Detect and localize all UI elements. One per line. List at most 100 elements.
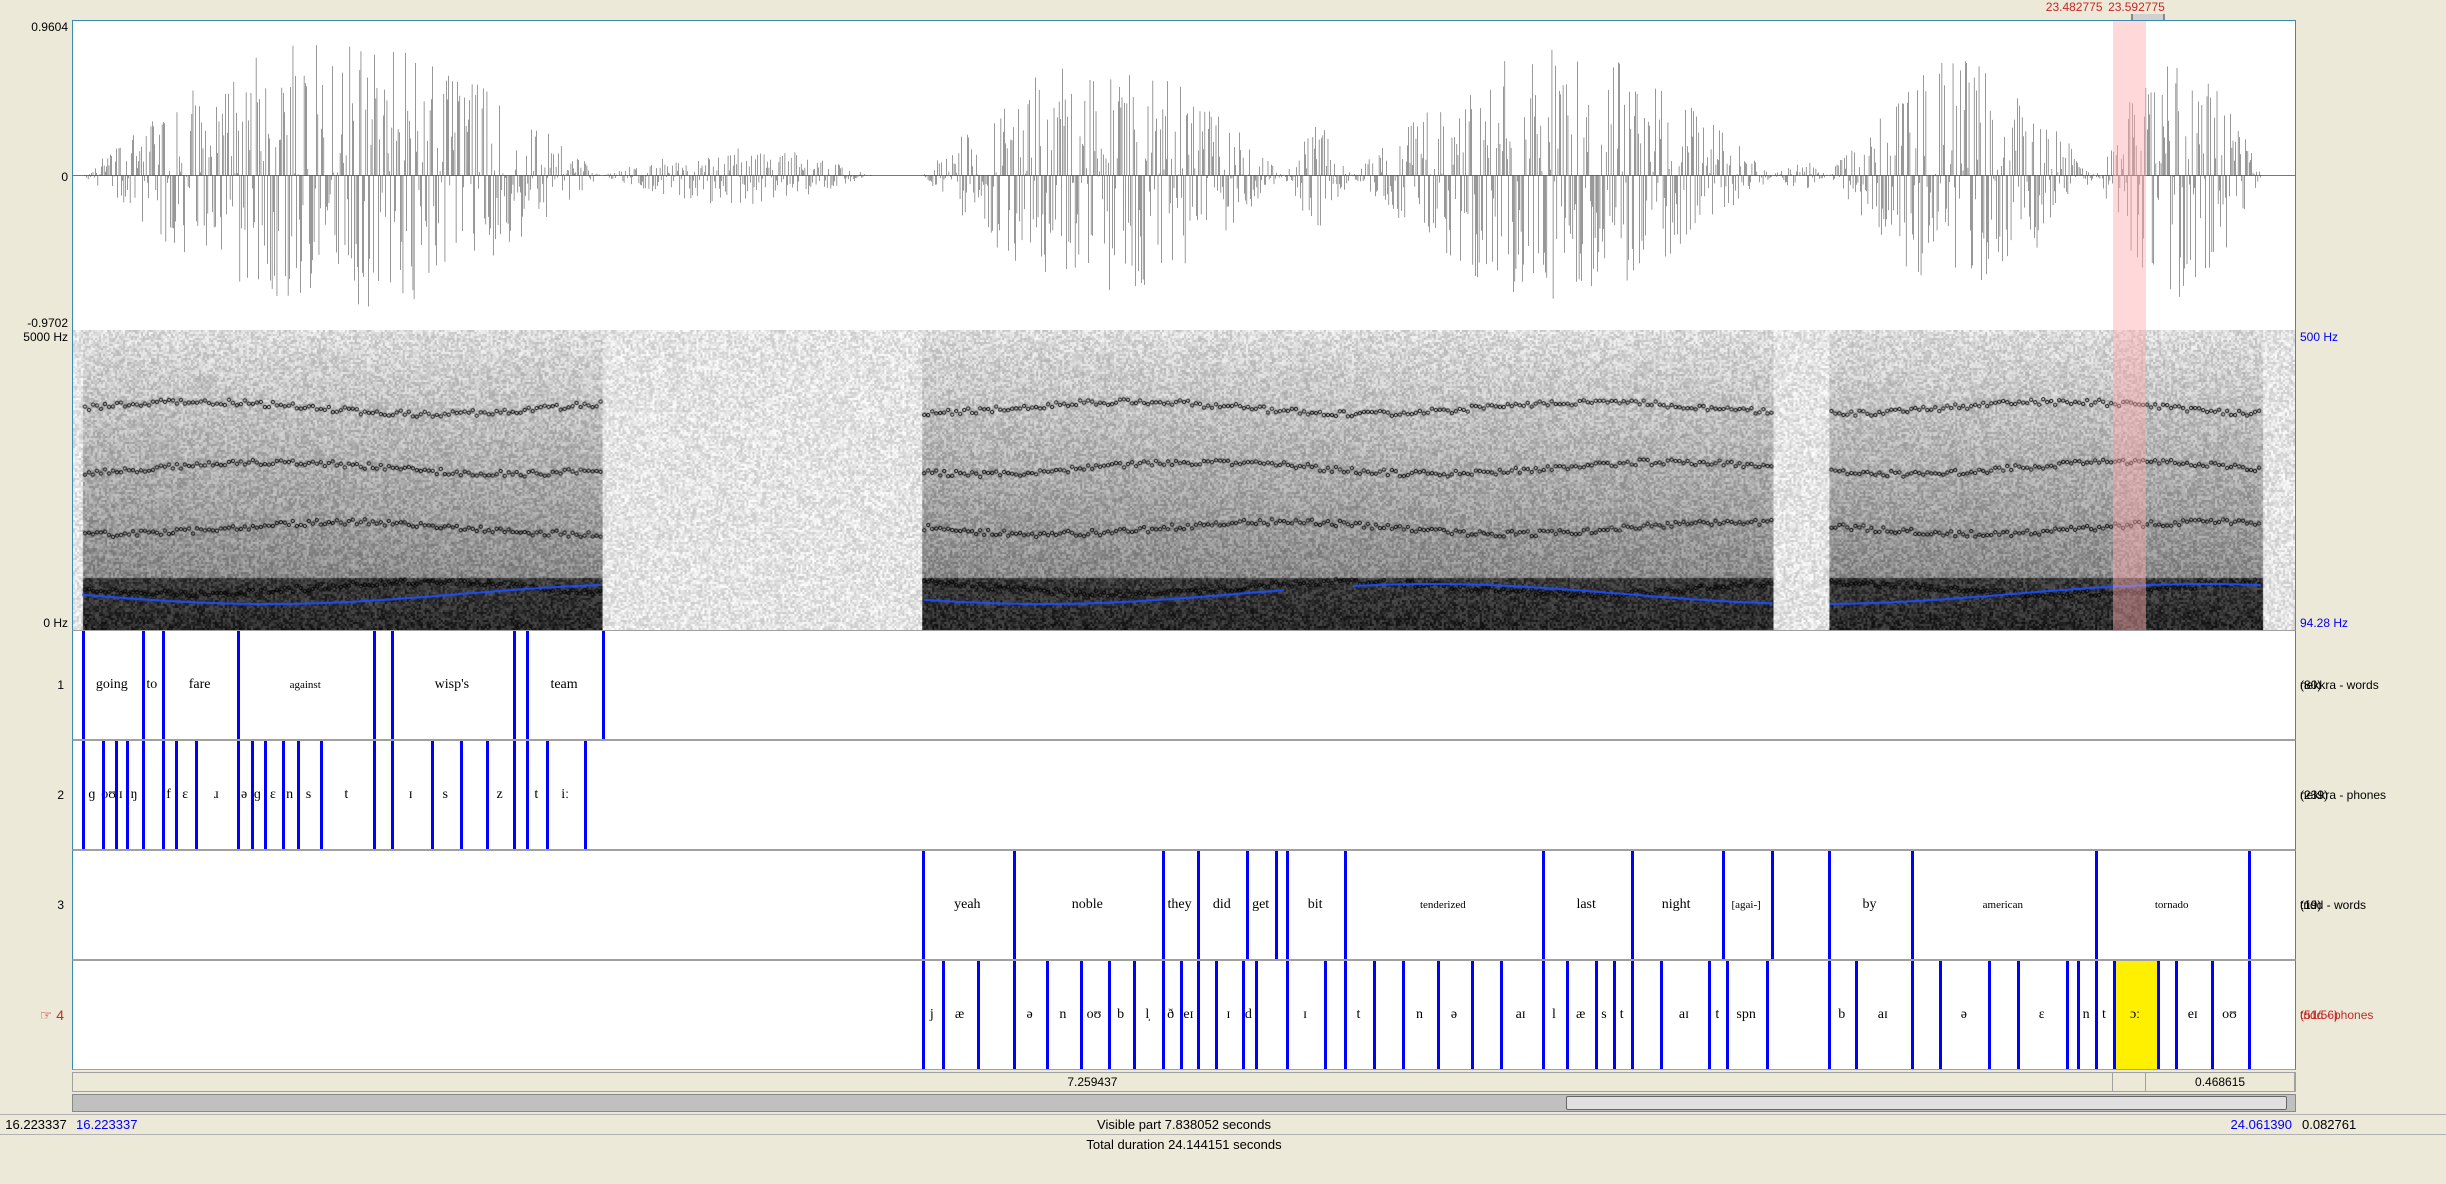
visible-part-label[interactable]: Visible part 7.838052 seconds bbox=[1097, 1117, 1271, 1132]
interval-boundary[interactable] bbox=[1013, 851, 1016, 959]
interval-segment[interactable]: b bbox=[1828, 961, 1855, 1069]
interval-boundary[interactable] bbox=[1242, 961, 1245, 1069]
interval-boundary[interactable] bbox=[1133, 961, 1136, 1069]
interval-segment[interactable]: n bbox=[1402, 961, 1438, 1069]
interval-boundary[interactable] bbox=[1324, 961, 1327, 1069]
interval-boundary[interactable] bbox=[2095, 851, 2098, 959]
interval-boundary[interactable] bbox=[1162, 851, 1165, 959]
interval-segment[interactable]: going bbox=[82, 631, 142, 739]
interval-boundary[interactable] bbox=[2077, 961, 2080, 1069]
interval-segment[interactable]: aɪ bbox=[1500, 961, 1542, 1069]
interval-boundary[interactable] bbox=[526, 741, 529, 849]
interval-boundary[interactable] bbox=[320, 741, 323, 849]
interval-boundary[interactable] bbox=[195, 741, 198, 849]
interval-segment[interactable]: ə bbox=[1013, 961, 1046, 1069]
tier3-words[interactable]: yeahnobletheydidgetbittenderizedlastnigh… bbox=[72, 850, 2296, 960]
spectrogram-display[interactable] bbox=[72, 330, 2296, 630]
interval-boundary[interactable] bbox=[1939, 961, 1942, 1069]
scrollbar-thumb[interactable] bbox=[1566, 1096, 2287, 1110]
interval-segment[interactable]: american bbox=[1911, 851, 2095, 959]
interval-boundary[interactable] bbox=[2095, 961, 2098, 1069]
interval-segment[interactable]: aɪ bbox=[1660, 961, 1709, 1069]
interval-boundary[interactable] bbox=[297, 741, 300, 849]
waveform-display[interactable] bbox=[72, 20, 2296, 330]
interval-segment[interactable]: against bbox=[237, 631, 373, 739]
interval-boundary[interactable] bbox=[1286, 961, 1289, 1069]
interval-boundary[interactable] bbox=[142, 631, 145, 739]
interval-boundary[interactable] bbox=[1566, 961, 1569, 1069]
tier4-phones[interactable]: jæənoʊbl̩ðeɪɪdɪtnəaɪlæstaɪtspnbaɪəɛntɔːe… bbox=[72, 960, 2296, 1070]
interval-boundary[interactable] bbox=[1108, 961, 1111, 1069]
interval-boundary[interactable] bbox=[1180, 961, 1183, 1069]
interval-boundary[interactable] bbox=[1197, 961, 1200, 1069]
interval-boundary[interactable] bbox=[922, 961, 925, 1069]
post-selection-duration[interactable]: 0.468615 bbox=[2146, 1073, 2295, 1091]
interval-boundary[interactable] bbox=[1726, 961, 1729, 1069]
interval-segment[interactable]: did bbox=[1197, 851, 1246, 959]
interval-segment[interactable]: last bbox=[1542, 851, 1631, 959]
interval-boundary[interactable] bbox=[1660, 961, 1663, 1069]
interval-boundary[interactable] bbox=[1344, 851, 1347, 959]
interval-segment[interactable]: by bbox=[1828, 851, 1910, 959]
interval-boundary[interactable] bbox=[264, 741, 267, 849]
interval-boundary[interactable] bbox=[1471, 961, 1474, 1069]
interval-segment[interactable]: b bbox=[1108, 961, 1132, 1069]
interval-boundary[interactable] bbox=[1631, 961, 1634, 1069]
interval-segment[interactable]: æ bbox=[1566, 961, 1595, 1069]
interval-boundary[interactable] bbox=[602, 631, 605, 739]
interval-boundary[interactable] bbox=[2017, 961, 2020, 1069]
interval-boundary[interactable] bbox=[1855, 961, 1858, 1069]
interval-boundary[interactable] bbox=[282, 741, 285, 849]
interval-segment[interactable]: aɪ bbox=[1855, 961, 1911, 1069]
tier2-phones[interactable]: ɡoʊɪŋfɛɹəɡɛnstɪsztiː bbox=[72, 740, 2296, 850]
interval-boundary[interactable] bbox=[1631, 851, 1634, 959]
interval-segment[interactable]: get bbox=[1246, 851, 1275, 959]
interval-boundary[interactable] bbox=[1246, 851, 1249, 959]
interval-segment[interactable]: wisp's bbox=[391, 631, 513, 739]
interval-segment[interactable]: n bbox=[1046, 961, 1079, 1069]
interval-boundary[interactable] bbox=[1708, 961, 1711, 1069]
interval-segment[interactable]: ɪ bbox=[391, 741, 431, 849]
interval-boundary[interactable] bbox=[237, 631, 240, 739]
interval-boundary[interactable] bbox=[1542, 961, 1545, 1069]
interval-boundary[interactable] bbox=[1255, 961, 1258, 1069]
total-duration-label[interactable]: Total duration 24.144151 seconds bbox=[72, 1137, 2296, 1152]
interval-segment[interactable]: t bbox=[1344, 961, 1373, 1069]
interval-boundary[interactable] bbox=[1373, 961, 1376, 1069]
interval-boundary[interactable] bbox=[373, 741, 376, 849]
interval-segment[interactable]: [agai-] bbox=[1722, 851, 1771, 959]
interval-boundary[interactable] bbox=[1286, 851, 1289, 959]
interval-boundary[interactable] bbox=[1215, 961, 1218, 1069]
interval-segment[interactable]: z bbox=[486, 741, 513, 849]
interval-boundary[interactable] bbox=[922, 851, 925, 959]
interval-segment[interactable]: ə bbox=[1437, 961, 1470, 1069]
interval-boundary[interactable] bbox=[1828, 961, 1831, 1069]
interval-boundary[interactable] bbox=[1766, 961, 1769, 1069]
interval-boundary[interactable] bbox=[513, 741, 516, 849]
interval-boundary[interactable] bbox=[237, 741, 240, 849]
interval-boundary[interactable] bbox=[526, 631, 529, 739]
interval-segment[interactable]: night bbox=[1631, 851, 1722, 959]
interval-segment[interactable]: t bbox=[320, 741, 373, 849]
interval-boundary[interactable] bbox=[391, 741, 394, 849]
interval-boundary[interactable] bbox=[1722, 851, 1725, 959]
interval-segment[interactable]: ɛ bbox=[2017, 961, 2066, 1069]
time-segment-bar[interactable]: 7.259437 0.468615 bbox=[72, 1072, 2296, 1092]
interval-boundary[interactable] bbox=[2248, 851, 2251, 959]
interval-boundary[interactable] bbox=[102, 741, 105, 849]
interval-segment[interactable]: oʊ bbox=[2211, 961, 2249, 1069]
interval-boundary[interactable] bbox=[2211, 961, 2214, 1069]
interval-boundary[interactable] bbox=[1344, 961, 1347, 1069]
interval-boundary[interactable] bbox=[82, 631, 85, 739]
interval-boundary[interactable] bbox=[126, 741, 129, 849]
interval-segment[interactable]: ɹ bbox=[195, 741, 237, 849]
interval-segment[interactable]: iː bbox=[546, 741, 584, 849]
interval-boundary[interactable] bbox=[142, 741, 145, 849]
interval-boundary[interactable] bbox=[2113, 961, 2116, 1069]
interval-segment[interactable]: noble bbox=[1013, 851, 1162, 959]
interval-boundary[interactable] bbox=[175, 741, 178, 849]
interval-boundary[interactable] bbox=[2175, 961, 2178, 1069]
interval-boundary[interactable] bbox=[546, 741, 549, 849]
interval-segment[interactable]: bit bbox=[1286, 851, 1344, 959]
interval-boundary[interactable] bbox=[373, 631, 376, 739]
